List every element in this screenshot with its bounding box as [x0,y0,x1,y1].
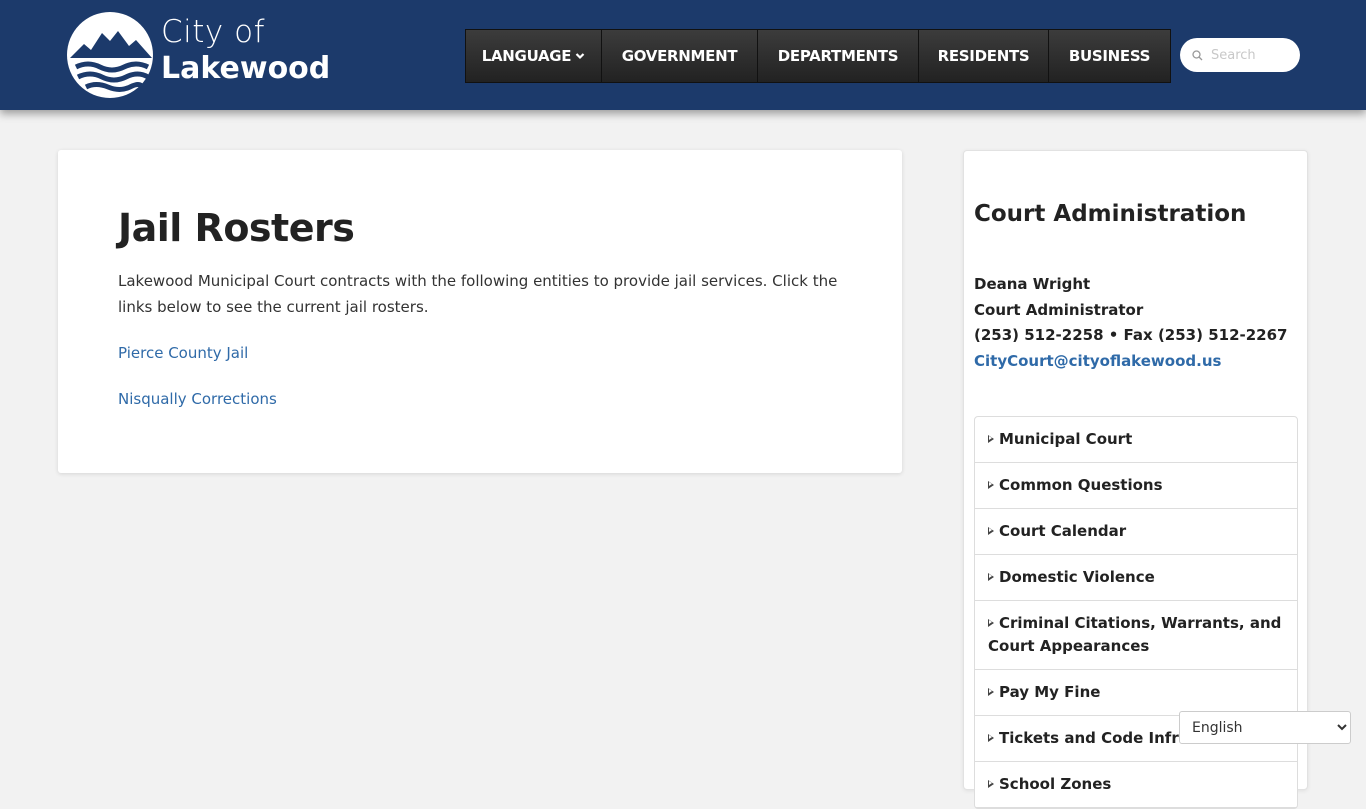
logo-wordmark[interactable]: City of Lakewood [161,17,330,84]
sidebar-title: Court Administration [974,201,1247,227]
caret-right-icon [988,434,994,443]
page-title: Jail Rosters [118,206,355,250]
nav-language[interactable]: LANGUAGE [466,30,602,82]
search-box[interactable] [1180,38,1300,72]
sidebar-menu: Municipal Court Common Questions Court C… [974,416,1298,809]
sidebar-item-domestic-violence[interactable]: Domestic Violence [975,555,1297,601]
nav-government-label: GOVERNMENT [621,47,738,65]
language-select[interactable]: English [1179,711,1351,744]
contact-phone: (253) 512-2258 • Fax (253) 512-2267 [974,326,1288,344]
caret-right-icon [988,526,994,535]
contact-role: Court Administrator [974,300,1144,319]
nav-departments[interactable]: DEPARTMENTS [758,30,919,82]
sidebar: Court Administration Deana Wright Court … [963,150,1308,809]
caret-right-icon [988,480,994,489]
contact-block: Deana Wright Court Administrator (253) 5… [974,272,1287,374]
contact-email-link[interactable]: CityCourt@cityoflakewood.us [974,352,1221,370]
sidebar-item-municipal-court[interactable]: Municipal Court [975,417,1297,463]
contact-name: Deana Wright [974,275,1091,293]
sidebar-item-common-questions[interactable]: Common Questions [975,463,1297,509]
sidebar-item-school-zones[interactable]: School Zones [975,762,1297,808]
caret-right-icon [988,779,994,788]
sidebar-item-label: Criminal Citations, Warrants, and Court … [988,614,1282,655]
nav-business-label: BUSINESS [1068,47,1151,65]
caret-right-icon [988,572,994,581]
sidebar-item-label: School Zones [999,775,1112,793]
nav-business[interactable]: BUSINESS [1049,30,1170,82]
sidebar-item-criminal-citations[interactable]: Criminal Citations, Warrants, and Court … [975,601,1297,670]
sidebar-item-label: Common Questions [999,476,1163,494]
nav-government[interactable]: GOVERNMENT [602,30,758,82]
chevron-down-icon [575,53,585,60]
sidebar-item-label: Pay My Fine [999,683,1101,701]
nav-language-label: LANGUAGE [481,47,572,65]
caret-right-icon [988,687,994,696]
sidebar-item-label: Court Calendar [999,522,1127,540]
intro-text: Lakewood Municipal Court contracts with … [118,272,838,316]
pierce-county-jail-link[interactable]: Pierce County Jail [118,344,248,362]
caret-right-icon [988,618,994,627]
sidebar-item-pay-my-fine[interactable]: Pay My Fine [975,670,1297,716]
search-icon [1192,49,1203,60]
site-header: City of Lakewood LANGUAGE GOVERNMENT DEP… [0,0,1366,110]
nisqually-corrections-link[interactable]: Nisqually Corrections [118,390,277,408]
logo-line2: Lakewood [161,51,331,86]
sidebar-item-label: Municipal Court [999,430,1133,448]
city-logo-icon[interactable] [66,11,156,99]
nav-residents[interactable]: RESIDENTS [919,30,1049,82]
sidebar-item-label: Domestic Violence [999,568,1155,586]
search-input[interactable] [1209,46,1293,64]
main-nav: LANGUAGE GOVERNMENT DEPARTMENTS RESIDENT… [465,29,1171,83]
main-content-card: Jail Rosters Lakewood Municipal Court co… [58,150,902,473]
sidebar-item-court-calendar[interactable]: Court Calendar [975,509,1297,555]
logo-line1: City of [161,14,265,50]
nav-departments-label: DEPARTMENTS [777,47,899,65]
caret-right-icon [988,733,994,742]
nav-residents-label: RESIDENTS [937,47,1030,65]
